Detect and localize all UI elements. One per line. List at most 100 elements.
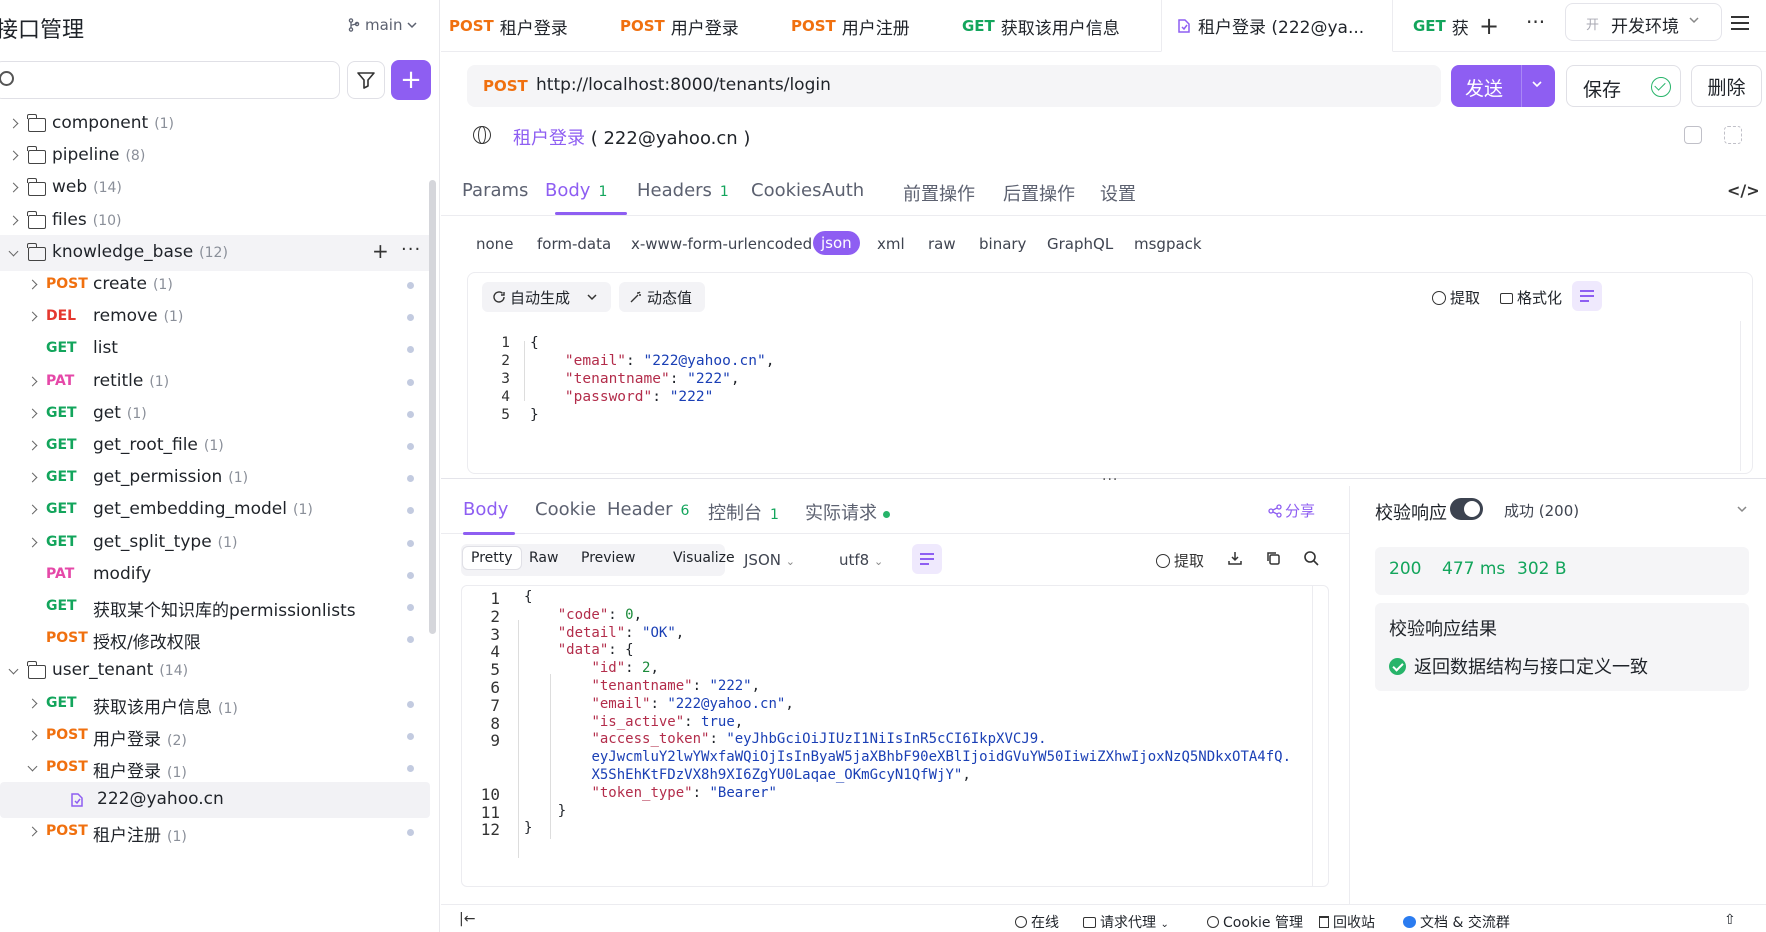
tab-4[interactable]: 租户登录 (222@ya... [1161, 0, 1393, 52]
proxy-menu[interactable]: 请求代理 ⌄ [1083, 912, 1169, 932]
add-button[interactable]: + [391, 60, 431, 100]
more-tabs-button[interactable]: ··· [1526, 10, 1545, 34]
chevron-down-icon[interactable] [8, 666, 20, 678]
response-tab-1[interactable]: Cookie [535, 499, 596, 520]
chevron-right-icon[interactable] [27, 279, 39, 291]
chevron-right-icon[interactable] [27, 826, 39, 838]
folder-pipeline[interactable]: pipeline (8) [0, 138, 430, 174]
sidebar-scrollbar[interactable] [429, 180, 436, 634]
api-item[interactable]: GET 获取某个知识库的permissionlists [0, 589, 430, 625]
request-tab-Headers[interactable]: Headers 1 [637, 180, 729, 201]
chevron-down-icon[interactable] [27, 763, 39, 775]
chevron-right-icon[interactable] [8, 150, 20, 162]
extract-button[interactable]: 提取 [1156, 550, 1204, 571]
chevron-right-icon[interactable] [27, 376, 39, 388]
folder-web[interactable]: web (14) [0, 170, 430, 206]
url-bar[interactable]: POST http://localhost:8000/tenants/login [467, 65, 1441, 107]
online-status[interactable]: 在线 [1015, 912, 1059, 932]
extract-button[interactable]: 提取 [1432, 287, 1480, 308]
tab-5[interactable]: GET 获 [1405, 0, 1471, 52]
tab-3[interactable]: GET 获取该用户信息 [954, 0, 1149, 52]
filter-button[interactable] [347, 61, 385, 99]
request-method[interactable]: POST [483, 77, 528, 95]
body-editor[interactable]: 自动生成 动态值 提取 格式化 1 {2 "email": "222@yahoo.… [467, 272, 1753, 474]
docs-community[interactable]: 文档 & 交流群 [1403, 912, 1510, 932]
wrap-lines-icon[interactable] [912, 544, 942, 574]
chevron-right-icon[interactable] [27, 440, 39, 452]
response-format-select[interactable]: JSON ⌄ [744, 551, 795, 569]
sidebar-search-input[interactable] [0, 61, 340, 99]
body-type-GraphQL[interactable]: GraphQL [1047, 235, 1113, 253]
api-item[interactable]: POST create (1) [0, 267, 430, 303]
format-button[interactable]: 格式化 [1500, 287, 1562, 308]
body-type-json[interactable]: json [813, 231, 860, 255]
delete-button[interactable]: 删除 [1691, 65, 1762, 107]
folder-user_tenant[interactable]: user_tenant (14) [0, 653, 430, 689]
chevron-right-icon[interactable] [8, 215, 20, 227]
body-type-raw[interactable]: raw [928, 235, 956, 253]
api-item[interactable]: GET 获取该用户信息 (1) [0, 686, 430, 722]
folder-knowledge_base[interactable]: knowledge_base (12) + ··· [0, 234, 430, 271]
chevron-right-icon[interactable] [27, 698, 39, 710]
cookie-manager[interactable]: Cookie 管理 [1207, 912, 1303, 932]
request-tab-设置[interactable]: 设置 [1100, 180, 1136, 206]
send-button[interactable]: 发送 [1451, 65, 1555, 107]
more-options-icon[interactable]: ··· [401, 239, 421, 260]
request-name-link[interactable]: 租户登录 [513, 128, 585, 149]
code-icon[interactable]: </> [1727, 181, 1760, 200]
api-item[interactable]: PAT retitle (1) [0, 364, 430, 400]
schema-icon[interactable] [1724, 126, 1742, 144]
validate-toggle[interactable] [1450, 498, 1483, 520]
request-tab-Auth[interactable]: Auth [822, 180, 864, 201]
chevron-right-icon[interactable] [8, 118, 20, 130]
chevron-right-icon[interactable] [27, 537, 39, 549]
dynamic-value-button[interactable]: 动态值 [619, 282, 705, 312]
body-type-form-data[interactable]: form-data [537, 235, 611, 253]
api-item[interactable]: GET get_embedding_model (1) [0, 492, 430, 528]
editor-scrollbar[interactable] [1740, 321, 1750, 471]
api-item[interactable]: POST 租户登录 (1) [0, 750, 430, 786]
chevron-down-icon[interactable] [1736, 503, 1748, 515]
menu-icon[interactable] [1731, 12, 1749, 32]
response-body-code[interactable]: 1 {2 "code": 0, 3 "detail": "OK", 4 "data":… [461, 585, 1329, 887]
body-type-none[interactable]: none [476, 235, 513, 253]
body-type-x-www-form-urlencoded[interactable]: x-www-form-urlencoded [631, 235, 812, 253]
tab-1[interactable]: POST 用户登录 [612, 0, 777, 52]
chevron-down-icon[interactable] [8, 248, 20, 260]
branch-selector[interactable]: main [348, 16, 418, 34]
response-scrollbar[interactable] [1312, 586, 1328, 886]
chevron-right-icon[interactable] [8, 182, 20, 194]
request-tab-Cookies[interactable]: Cookies [751, 180, 821, 201]
save-button[interactable]: 保存 [1566, 65, 1681, 107]
response-tab-3[interactable]: 控制台 1 [708, 499, 779, 525]
response-encoding-select[interactable]: utf8 ⌄ [839, 551, 883, 569]
request-name[interactable]: 租户登录 ( 222@yahoo.cn ) [513, 124, 750, 150]
tab-0[interactable]: POST 租户登录 [441, 0, 606, 52]
view-mode-preview[interactable]: Preview [581, 550, 636, 566]
response-tab-0[interactable]: Body [463, 499, 508, 520]
folder-files[interactable]: files (10) [0, 203, 430, 239]
chevron-down-icon[interactable] [586, 291, 598, 303]
environment-selector[interactable]: 开 开发环境 [1565, 3, 1722, 41]
chevron-right-icon[interactable] [27, 730, 39, 742]
api-item[interactable]: GET get_split_type (1) [0, 525, 430, 561]
trash-button[interactable]: 回收站 [1319, 912, 1375, 932]
api-item[interactable]: GET get_root_file (1) [0, 428, 430, 464]
chevron-right-icon[interactable] [27, 408, 39, 420]
chevron-right-icon[interactable] [27, 472, 39, 484]
tab-2[interactable]: POST 用户注册 [783, 0, 948, 52]
api-item[interactable]: POST 授权/修改权限 [0, 621, 430, 657]
folder-component[interactable]: component (1) [0, 106, 430, 142]
chevron-right-icon[interactable] [27, 504, 39, 516]
chevron-down-icon[interactable] [1531, 78, 1543, 90]
request-url-input[interactable]: http://localhost:8000/tenants/login [536, 75, 831, 95]
view-mode-visualize[interactable]: Visualize [673, 550, 735, 566]
request-tab-Body[interactable]: Body 1 [545, 180, 607, 201]
new-tab-button[interactable]: + [1479, 12, 1499, 40]
response-tab-4[interactable]: 实际请求 [805, 499, 890, 525]
api-item[interactable]: POST 租户注册 (1) [0, 814, 430, 850]
share-button[interactable]: 分享 [1268, 500, 1315, 521]
api-item[interactable]: GET list [0, 331, 430, 367]
case-item[interactable]: 222@yahoo.cn [0, 782, 430, 819]
upload-icon[interactable]: ⇧ [1724, 912, 1736, 928]
